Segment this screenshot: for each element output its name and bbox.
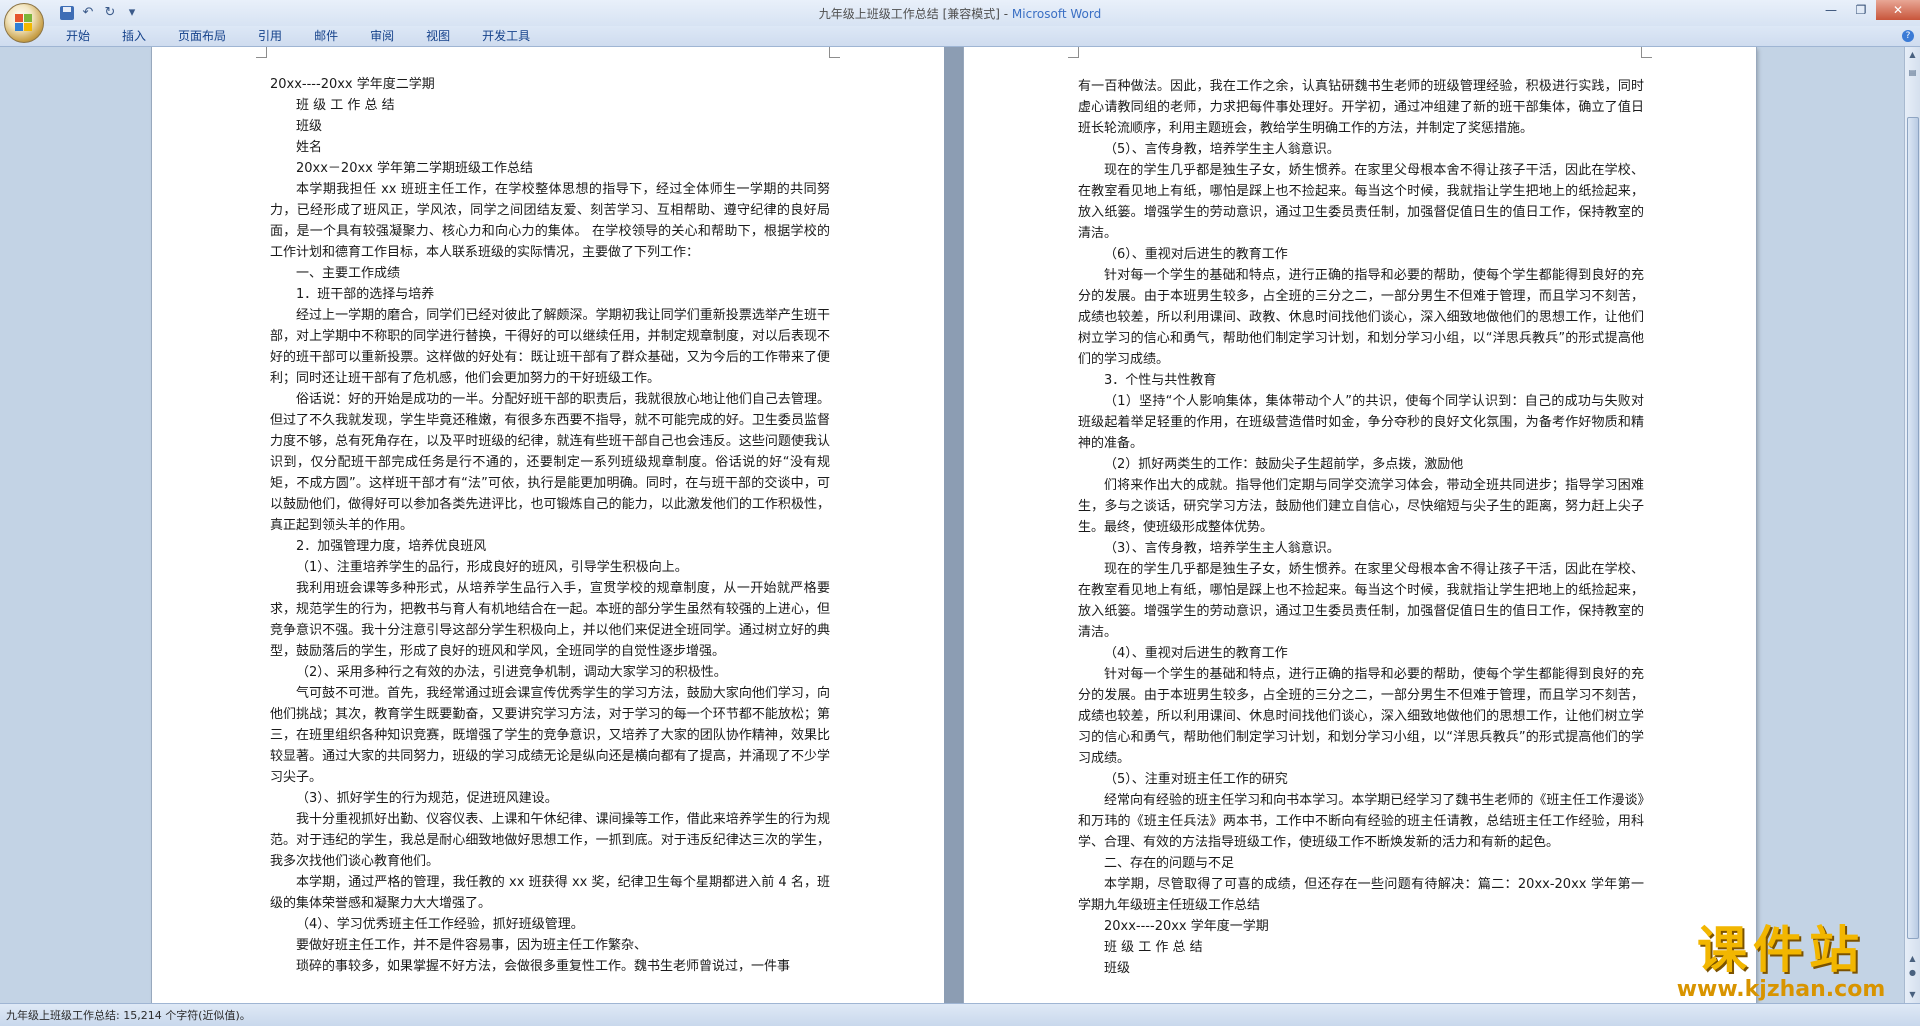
- paragraph: （4）、学习优秀班主任工作经验，抓好班级管理。: [296, 917, 584, 932]
- paragraph: （6）、重视对后进生的教育工作: [1104, 247, 1288, 262]
- paragraph: 20xx－20xx 学年第二学期班级工作总结: [296, 161, 533, 176]
- paragraph: 琐碎的事较多，如果掌握不好方法，会做很多重复性工作。魏书生老师曾说过，一件事: [296, 959, 791, 974]
- paragraph: 20xx----20xx 学年度二学期: [270, 77, 435, 92]
- close-icon[interactable]: ✕: [1876, 0, 1920, 20]
- paragraph: 班 级 工 作 总 结: [296, 98, 395, 113]
- paragraph: 一、主要工作成绩: [296, 266, 401, 281]
- paragraph: 们将来作出大的成就。指导他们定期与同学交流学习体会，带动全班共同进步；指导学习困…: [1078, 478, 1644, 535]
- paragraph: 我十分重视抓好出勤、仪容仪表、上课和午休纪律、课间操等工作，借此来培养学生的行为…: [270, 812, 830, 869]
- tab-references[interactable]: 引用: [242, 26, 298, 46]
- maximize-icon[interactable]: ❐: [1846, 0, 1876, 20]
- paragraph: 有一百种做法。因此，我在工作之余，认真钻研魏书生老师的班级管理经验，积极进行实践…: [1078, 79, 1644, 136]
- paragraph: 班级: [296, 119, 323, 134]
- paragraph: （2）抓好两类生的工作：鼓励尖子生超前学，多点拨，激励他: [1104, 457, 1464, 472]
- paragraph: 现在的学生几乎都是独生子女，娇生惯养。在家里父母根本舍不得让孩子干活，因此在学校…: [1078, 163, 1644, 241]
- paragraph: （1）、注重培养学生的品行，形成良好的班风，引导学生积极向上。: [296, 560, 688, 575]
- scroll-up-icon[interactable]: ▲: [1907, 953, 1918, 965]
- ribbon-tab-bar: 开始 插入 页面布局 引用 邮件 审阅 视图 开发工具 ?: [0, 26, 1920, 47]
- paragraph: 经常向有经验的班主任学习和向书本学习。本学期已经学习了魏书生老师的《班主任工作漫…: [1078, 793, 1644, 850]
- window-controls: — ❐ ✕: [1816, 0, 1920, 20]
- app-name: Microsoft Word: [1011, 7, 1102, 21]
- tab-home[interactable]: 开始: [50, 26, 106, 46]
- paragraph: 2．加强管理力度，培养优良班风: [296, 539, 487, 554]
- paragraph: 俗话说：好的开始是成功的一半。分配好班干部的职责后，我就很放心地让他们自己去管理…: [270, 392, 830, 533]
- window-title: 九年级上班级工作总结 [兼容模式] - Microsoft Word: [818, 7, 1102, 21]
- paragraph: 本学期，通过严格的管理，我任教的 xx 班获得 xx 奖，纪律卫生每个星期都进入…: [270, 875, 830, 911]
- scroll-down-icon[interactable]: ▼: [1907, 989, 1918, 1001]
- watermark-logo: 课件站 www.kjzhan.com: [1656, 922, 1906, 1006]
- watermark-url: www.kjzhan.com: [1676, 977, 1886, 1002]
- paragraph: 针对每一个学生的基础和特点，进行正确的指导和必要的帮助，使每个学生都能得到良好的…: [1078, 667, 1644, 766]
- page-text-right[interactable]: 有一百种做法。因此，我在工作之余，认真钻研魏书生老师的班级管理经验，积极进行实践…: [1078, 76, 1644, 979]
- crop-mark: [1641, 47, 1652, 58]
- paragraph: 要做好班主任工作，并不是件容易事，因为班主任工作繁杂、: [296, 938, 648, 953]
- paragraph: 气可鼓不可泄。首先，我经常通过班会课宣传优秀学生的学习方法，鼓励大家向他们学习，…: [270, 686, 830, 785]
- tab-view[interactable]: 视图: [410, 26, 466, 46]
- paragraph: 20xx----20xx 学年度一学期: [1104, 919, 1269, 934]
- document-workspace: 20xx----20xx 学年度二学期班 级 工 作 总 结班级 姓名 20xx－2…: [0, 47, 1905, 1003]
- paragraph: 本学期，尽管取得了可喜的成绩，但还存在一些问题有待解决：篇二：20xx-20xx…: [1078, 877, 1644, 913]
- paragraph: （3）、言传身教，培养学生主人翁意识。: [1104, 541, 1340, 556]
- word-count-status[interactable]: 九年级上班级工作总结: 15,214 个字符(近似值)。: [6, 1007, 251, 1023]
- paragraph: （4）、重视对后进生的教育工作: [1104, 646, 1288, 661]
- paragraph: （5）、注重对班主任工作的研究: [1104, 772, 1288, 787]
- paragraph: 针对每一个学生的基础和特点，进行正确的指导和必要的帮助，使每个学生都能得到良好的…: [1078, 268, 1644, 367]
- paragraph: （1）坚持“个人影响集体，集体带动个人”的共识，使每个同学认识到：自己的成功与失…: [1078, 394, 1644, 451]
- document-page-left: 20xx----20xx 学年度二学期班 级 工 作 总 结班级姓名 20xx－2…: [152, 47, 944, 1003]
- paragraph: 二、存在的问题与不足: [1104, 856, 1235, 871]
- paragraph: 班 级 工 作 总 结: [1104, 940, 1203, 955]
- paragraph: 现在的学生几乎都是独生子女，娇生惯养。在家里父母根本舍不得让孩子干活，因此在学校…: [1078, 562, 1644, 640]
- tab-page-layout[interactable]: 页面布局: [162, 26, 242, 46]
- document-page-right: 有一百种做法。因此，我在工作之余，认真钻研魏书生老师的班级管理经验，积极进行实践…: [964, 47, 1756, 1003]
- tab-developer[interactable]: 开发工具: [466, 26, 546, 46]
- paragraph: 3．个性与共性教育: [1104, 373, 1217, 388]
- office-logo-icon: [15, 14, 33, 32]
- ribbon-tabs: 开始 插入 页面布局 引用 邮件 审阅 视图 开发工具: [50, 26, 546, 46]
- paragraph: （5）、言传身教，培养学生主人翁意识。: [1104, 142, 1340, 157]
- scroll-up-icon[interactable]: ▲: [1907, 49, 1918, 61]
- paragraph: （3）、抓好学生的行为规范，促进班风建设。: [296, 791, 558, 806]
- help-icon[interactable]: ?: [1902, 30, 1914, 42]
- page-text-left[interactable]: 20xx----20xx 学年度二学期班 级 工 作 总 结班级姓名 20xx－2…: [270, 74, 830, 977]
- crop-mark: [1068, 47, 1079, 58]
- status-bar: 九年级上班级工作总结: 15,214 个字符(近似值)。: [0, 1003, 1920, 1026]
- ruler-toggle-icon[interactable]: ▤: [1907, 67, 1918, 79]
- paragraph: 姓名: [296, 140, 323, 155]
- watermark-title: 课件站: [1697, 921, 1865, 979]
- crop-mark: [256, 47, 267, 58]
- minimize-icon[interactable]: —: [1816, 0, 1846, 20]
- tab-mailings[interactable]: 邮件: [298, 26, 354, 46]
- crop-mark: [829, 47, 840, 58]
- paragraph: 本学期我担任 xx 班班主任工作，在学校整体思想的指导下，经过全体师生一学期的共…: [270, 182, 830, 260]
- tab-review[interactable]: 审阅: [354, 26, 410, 46]
- scroll-thumb[interactable]: [1907, 117, 1919, 939]
- paragraph: （2）、采用多种行之有效的办法，引进竞争机制，调动大家学习的积极性。: [296, 665, 727, 680]
- vertical-scrollbar[interactable]: ▲ ▤ ▲ ● ▼: [1904, 47, 1920, 1003]
- browse-object-icon[interactable]: ●: [1907, 967, 1918, 979]
- title-bar: ↶ ↻ ▾ 九年级上班级工作总结 [兼容模式] - Microsoft Word…: [0, 0, 1920, 43]
- paragraph: 我利用班会课等多种形式，从培养学生品行入手，宣贯学校的规章制度，从一开始就严格要…: [270, 581, 830, 659]
- page-gap: [944, 47, 964, 1003]
- tab-insert[interactable]: 插入: [106, 26, 162, 46]
- office-button[interactable]: [4, 3, 44, 43]
- paragraph: 1．班干部的选择与培养: [296, 287, 435, 302]
- paragraph: 班级: [1104, 961, 1131, 976]
- paragraph: 经过上一学期的磨合，同学们已经对彼此了解颇深。学期初我让同学们重新投票选举产生班…: [270, 308, 830, 386]
